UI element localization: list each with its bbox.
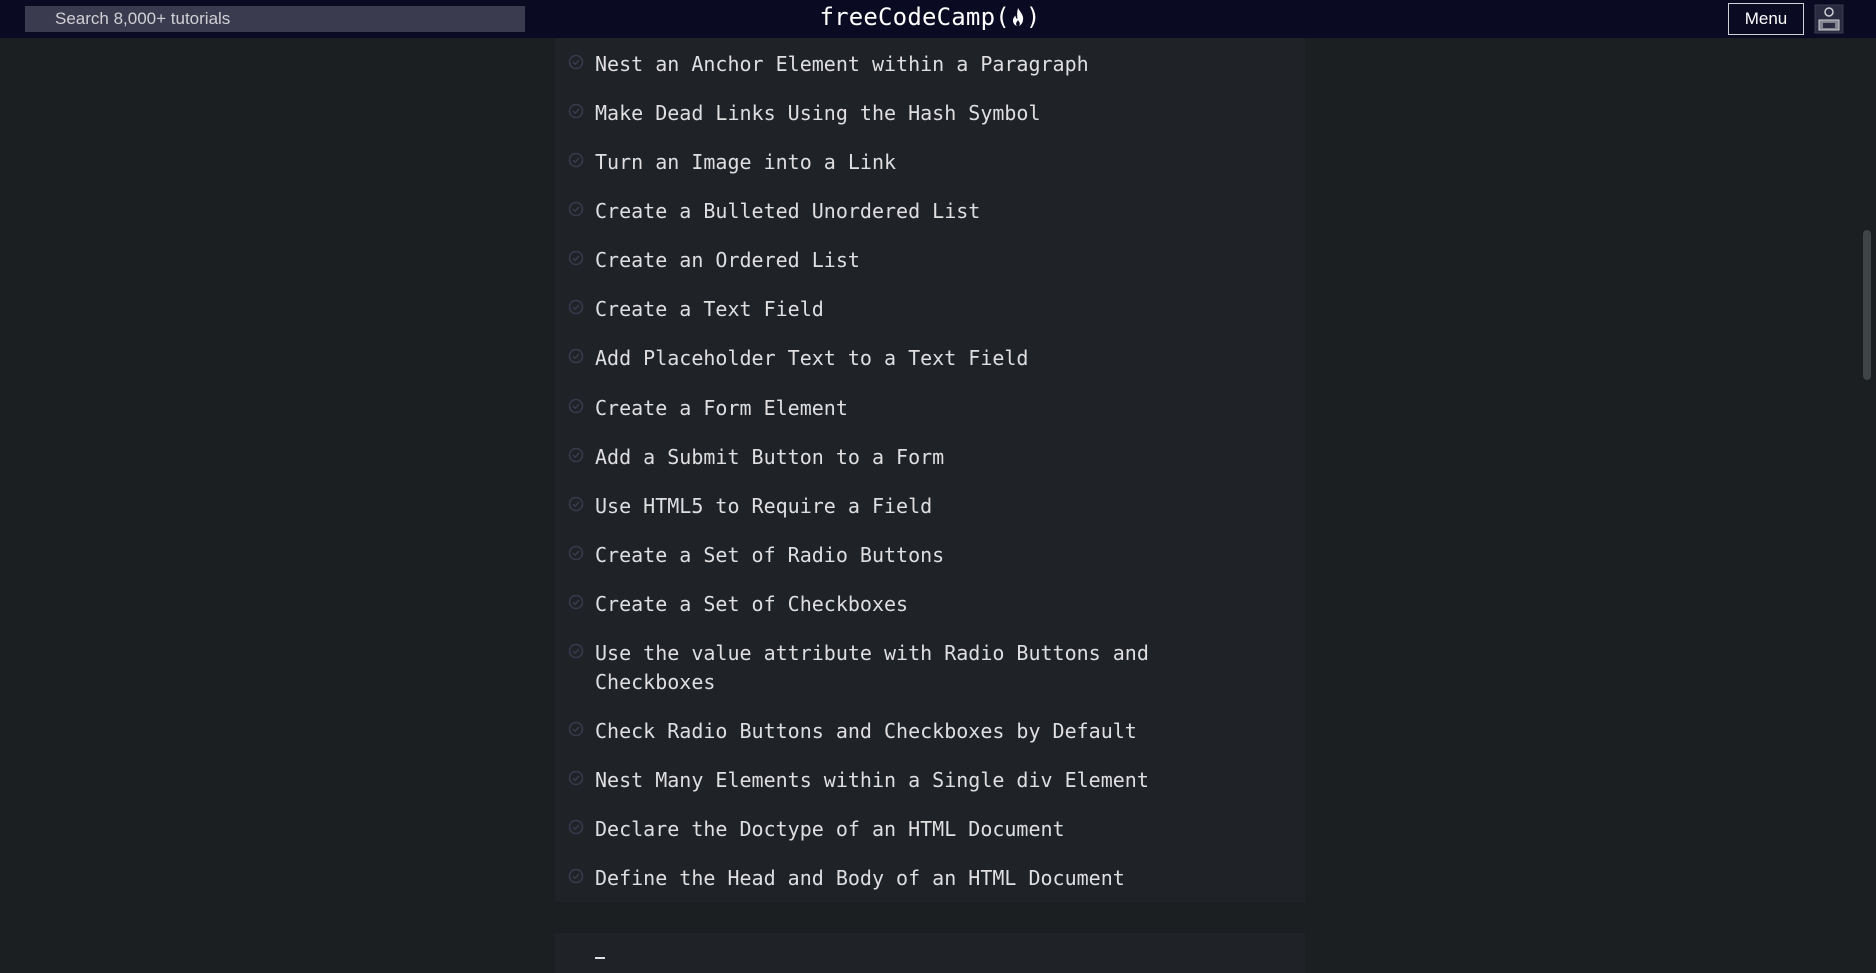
check-circle-icon [568,250,584,266]
next-block-panel [555,933,1305,973]
check-circle-icon [568,643,584,659]
check-circle-icon [568,152,584,168]
check-circle-icon [568,348,584,364]
check-circle-icon [568,201,584,217]
lesson-link[interactable]: Define the Head and Body of an HTML Docu… [595,864,1235,893]
search-input[interactable]: Search 8,000+ tutorials [25,6,525,32]
logo-text-left: freeCodeCamp( [819,3,1010,31]
lesson-link[interactable]: Create a Set of Radio Buttons [595,541,1235,570]
lesson-link[interactable]: Turn an Image into a Link [595,148,1235,177]
check-circle-icon [568,594,584,610]
lesson-link[interactable]: Add Placeholder Text to a Text Field [595,344,1235,373]
lesson-link[interactable]: Nest an Anchor Element within a Paragrap… [595,50,1235,79]
logo-text-right: ) [1025,3,1041,31]
lesson-link[interactable]: Use HTML5 to Require a Field [595,492,1235,521]
avatar-icon [1814,4,1844,34]
check-circle-icon [568,54,584,70]
lesson-link[interactable]: Nest Many Elements within a Single div E… [595,766,1235,795]
check-circle-icon [568,447,584,463]
check-circle-icon [568,868,584,884]
page-scrollbar[interactable] [1860,38,1876,963]
lesson-link[interactable]: Create a Bulleted Unordered List [595,197,1235,226]
top-navbar: Search 8,000+ tutorials freeCodeCamp() M… [0,0,1876,38]
lesson-link[interactable]: Add a Submit Button to a Form [595,443,1235,472]
check-circle-icon [568,299,584,315]
lesson-link[interactable]: Check Radio Buttons and Checkboxes by De… [595,717,1235,746]
check-circle-icon [568,721,584,737]
check-circle-icon [568,770,584,786]
check-circle-icon [568,819,584,835]
check-circle-icon [568,545,584,561]
lesson-link[interactable]: Make Dead Links Using the Hash Symbol [595,99,1235,128]
flame-icon [1012,8,1024,26]
partial-heading [595,957,605,965]
lesson-link[interactable]: Create an Ordered List [595,246,1235,275]
check-circle-icon [568,496,584,512]
check-circle-icon [568,103,584,119]
lesson-link[interactable]: Create a Form Element [595,394,1235,423]
search-placeholder: Search 8,000+ tutorials [55,9,231,28]
lesson-link[interactable]: Create a Set of Checkboxes [595,590,1235,619]
lesson-link[interactable]: Use the value attribute with Radio Butto… [595,639,1235,697]
scrollbar-thumb[interactable] [1863,230,1871,380]
lesson-link[interactable]: Declare the Doctype of an HTML Document [595,815,1235,844]
menu-button[interactable]: Menu [1728,3,1804,35]
avatar-button[interactable] [1814,4,1844,34]
lesson-list-panel: Nest an Anchor Element within a Paragrap… [555,38,1305,902]
check-circle-icon [568,398,584,414]
lesson-link[interactable]: Create a Text Field [595,295,1235,324]
